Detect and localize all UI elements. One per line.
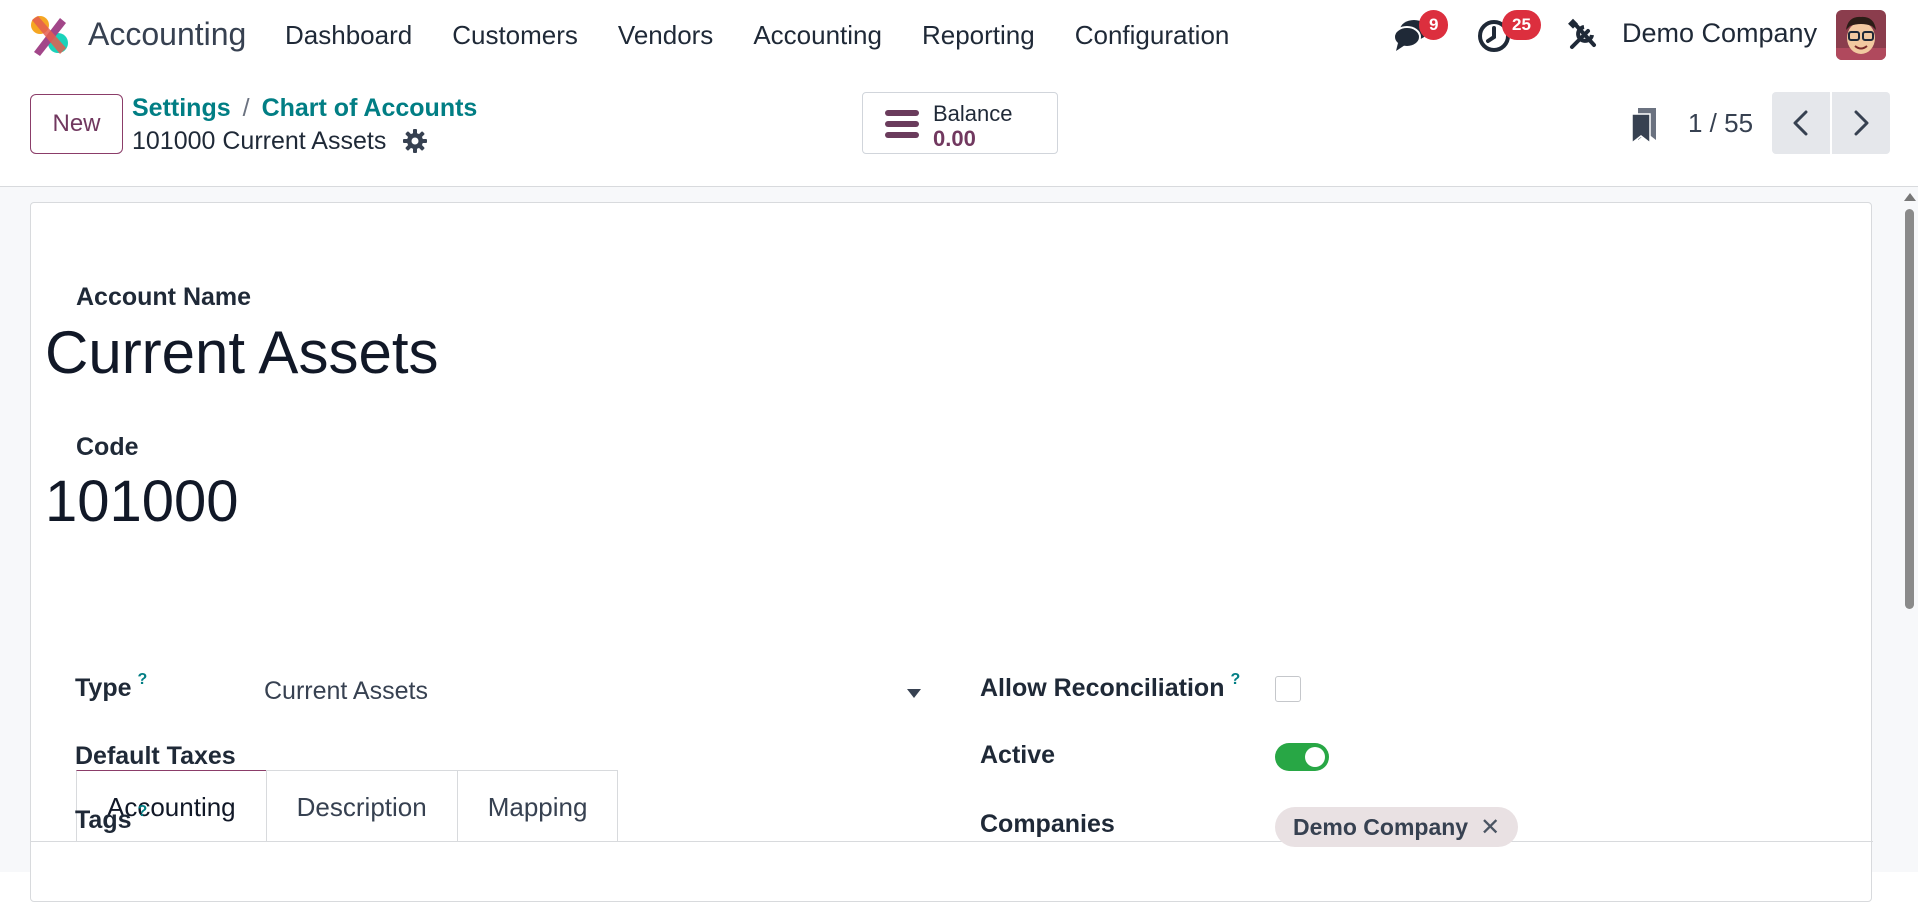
form-sheet: Account Name Code Accounting Description… xyxy=(30,202,1873,902)
menu-configuration[interactable]: Configuration xyxy=(1055,20,1250,51)
account-name-input[interactable]: Current Assets xyxy=(45,318,439,387)
help-tooltip-icon[interactable]: ? xyxy=(138,803,148,820)
default-taxes-label: Default Taxes xyxy=(75,742,236,770)
help-tooltip-icon[interactable]: ? xyxy=(1230,671,1240,688)
menu-customers[interactable]: Customers xyxy=(432,20,598,51)
notebook-tabs: Accounting Description Mapping xyxy=(76,770,619,842)
main-menu: Dashboard Customers Vendors Accounting R… xyxy=(265,0,1249,70)
company-tag: Demo Company ✕ xyxy=(1275,807,1519,847)
type-label: Type? xyxy=(75,671,148,702)
menu-vendors[interactable]: Vendors xyxy=(598,20,733,51)
companies-label: Companies xyxy=(980,810,1115,838)
debug-tools-icon[interactable] xyxy=(1564,15,1604,55)
active-toggle[interactable] xyxy=(1275,743,1329,771)
breadcrumb-chart-of-accounts[interactable]: Chart of Accounts xyxy=(262,94,478,122)
stat-label: Balance xyxy=(933,101,1013,126)
pager-previous-button[interactable] xyxy=(1772,92,1830,154)
pager-value[interactable]: 1 / 55 xyxy=(1688,108,1753,139)
record-title: 101000 Current Assets xyxy=(132,127,387,155)
account-name-label: Account Name xyxy=(76,283,252,311)
new-button[interactable]: New xyxy=(30,94,123,154)
breadcrumb: Settings / Chart of Accounts xyxy=(132,94,477,123)
chevron-down-icon[interactable] xyxy=(907,689,921,698)
top-navbar: Accounting Dashboard Customers Vendors A… xyxy=(0,0,1918,70)
tags-label: Tags? xyxy=(75,803,148,834)
code-label: Code xyxy=(76,433,139,461)
allow-reconciliation-checkbox[interactable] xyxy=(1275,676,1301,702)
gear-icon[interactable] xyxy=(402,128,428,154)
company-switcher[interactable]: Demo Company xyxy=(1622,18,1817,49)
messages-count-badge: 9 xyxy=(1419,10,1449,40)
code-input[interactable]: 101000 xyxy=(45,468,239,535)
company-tag-label: Demo Company xyxy=(1293,813,1469,840)
tab-description[interactable]: Description xyxy=(265,770,458,842)
type-value: Current Assets xyxy=(264,677,428,705)
menu-accounting[interactable]: Accounting xyxy=(733,20,902,51)
balance-stat-button[interactable]: Balance 0.00 xyxy=(862,92,1058,154)
scrollbar-thumb[interactable] xyxy=(1905,209,1914,609)
tab-mapping[interactable]: Mapping xyxy=(456,770,619,842)
tab-divider xyxy=(31,841,1873,842)
chevron-left-icon xyxy=(1793,110,1808,136)
chevron-right-icon xyxy=(1854,110,1869,136)
menu-dashboard[interactable]: Dashboard xyxy=(265,20,432,51)
user-avatar[interactable] xyxy=(1836,10,1886,60)
list-bars-icon xyxy=(885,110,919,138)
app-logo-icon[interactable] xyxy=(28,14,70,56)
toggle-knob xyxy=(1305,747,1325,767)
stat-value: 0.00 xyxy=(933,126,976,151)
pager-next-button[interactable] xyxy=(1832,92,1890,154)
active-label: Active xyxy=(980,741,1056,769)
help-tooltip-icon[interactable]: ? xyxy=(138,671,148,688)
bookmark-icon[interactable] xyxy=(1628,106,1662,144)
menu-reporting[interactable]: Reporting xyxy=(902,20,1055,51)
activities-count-badge: 25 xyxy=(1502,10,1541,40)
breadcrumb-settings[interactable]: Settings xyxy=(132,94,231,122)
scroll-up-arrow-icon[interactable] xyxy=(1904,193,1916,201)
close-icon[interactable]: ✕ xyxy=(1480,813,1500,842)
app-name[interactable]: Accounting xyxy=(88,16,246,53)
allow-reconciliation-label: Allow Reconciliation? xyxy=(980,671,1241,702)
breadcrumb-separator: / xyxy=(242,94,250,122)
scrollbar[interactable] xyxy=(1900,187,1918,872)
